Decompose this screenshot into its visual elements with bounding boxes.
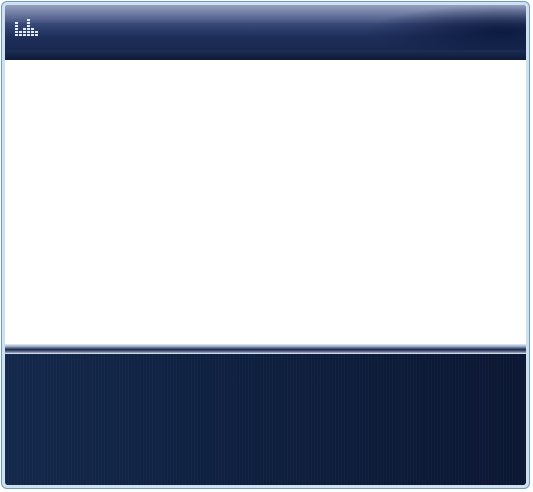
bottom-panel[interactable] <box>5 354 526 485</box>
window-body <box>5 5 526 485</box>
main-content-area[interactable] <box>5 60 526 344</box>
title-bar-gloss <box>5 5 526 23</box>
title-bar[interactable] <box>5 5 526 50</box>
equalizer-icon[interactable] <box>15 18 39 38</box>
app-window <box>1 1 530 489</box>
panel-divider <box>5 344 526 354</box>
title-bar-bottom-strip <box>5 50 526 60</box>
